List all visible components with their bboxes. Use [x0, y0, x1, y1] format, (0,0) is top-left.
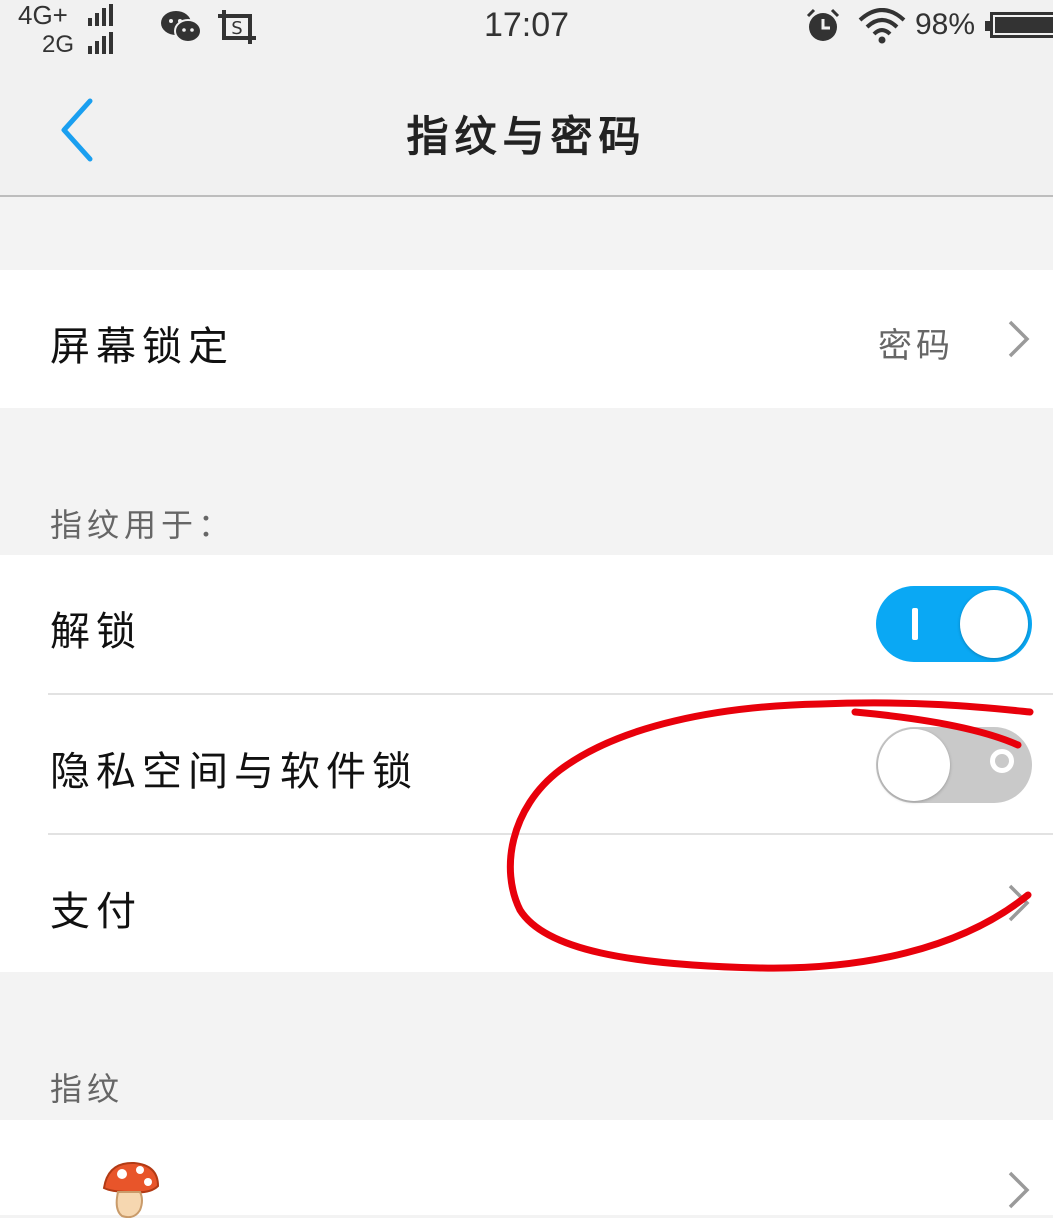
- screen-lock-label: 屏幕锁定: [50, 324, 234, 370]
- fingerprint-item-row[interactable]: [0, 1120, 1053, 1218]
- fingerprints-section-label: 指纹: [50, 1070, 125, 1108]
- battery-icon: [985, 12, 1053, 38]
- mushroom-icon: [102, 1161, 160, 1218]
- payment-label: 支付: [50, 889, 142, 935]
- privacy-app-lock-label: 隐私空间与软件锁: [50, 749, 418, 795]
- privacy-app-lock-toggle[interactable]: [876, 727, 1032, 803]
- unlock-toggle[interactable]: [876, 586, 1032, 662]
- toggle-knob: [960, 590, 1028, 658]
- toggle-knob: [878, 729, 950, 801]
- fingerprint-use-card: 解锁 隐私空间与软件锁 支付: [0, 555, 1053, 972]
- wifi-icon: [858, 8, 906, 44]
- navigation-bar: 指纹与密码: [0, 55, 1053, 197]
- chevron-right-icon: [1008, 884, 1030, 922]
- status-bar: 4G+ 2G S 17:07 98%: [0, 0, 1053, 58]
- privacy-app-lock-row: 隐私空间与软件锁: [0, 695, 1053, 833]
- toggle-off-mark-icon: [990, 749, 1014, 773]
- unlock-row: 解锁: [0, 555, 1053, 693]
- page-title: 指纹与密码: [406, 112, 647, 161]
- screen-lock-value: 密码: [878, 326, 954, 366]
- toggle-on-mark-icon: [912, 608, 918, 640]
- payment-row[interactable]: 支付: [0, 835, 1053, 972]
- fingerprint-use-section-label: 指纹用于：: [50, 506, 236, 544]
- alarm-icon: [806, 8, 840, 41]
- chevron-right-icon: [1008, 320, 1030, 358]
- unlock-label: 解锁: [50, 609, 142, 655]
- screen-lock-row[interactable]: 屏幕锁定 密码: [0, 270, 1053, 408]
- chevron-right-icon: [1008, 1171, 1030, 1209]
- battery-percentage: 98%: [915, 8, 976, 41]
